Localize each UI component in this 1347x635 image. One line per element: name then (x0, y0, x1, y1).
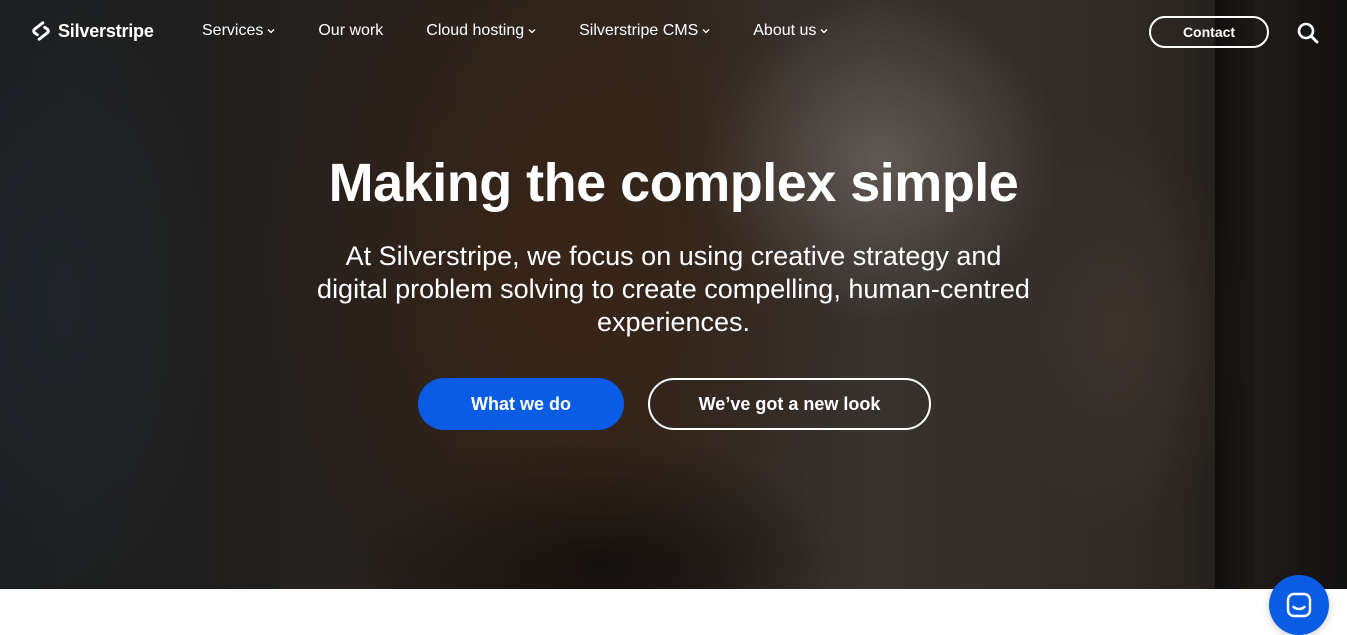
silverstripe-logo-icon (32, 21, 50, 41)
chat-icon (1286, 592, 1312, 618)
nav-item-cloud-hosting[interactable]: Cloud hosting (426, 22, 536, 40)
chevron-down-icon (267, 29, 275, 34)
main-menu: Services Our work Cloud hosting Silverst… (202, 22, 828, 40)
nav-item-label: Cloud hosting (426, 22, 525, 39)
nav-item-label: Silverstripe CMS (579, 22, 699, 39)
chevron-down-icon (820, 29, 828, 34)
site-logo[interactable]: Silverstripe (30, 20, 154, 42)
top-navigation: Silverstripe Services Our work Cloud hos… (0, 0, 1347, 64)
hero-section: Silverstripe Services Our work Cloud hos… (0, 0, 1347, 589)
nav-item-label: Our work (318, 22, 384, 39)
hero-text: Making the complex simple At Silverstrip… (0, 150, 1347, 339)
nav-item-silverstripe-cms[interactable]: Silverstripe CMS (579, 22, 710, 40)
chevron-down-icon (702, 29, 710, 34)
hero-subtitle: At Silverstripe, we focus on using creat… (317, 241, 1030, 337)
nav-item-label: Services (202, 22, 264, 39)
chevron-down-icon (528, 29, 536, 34)
what-we-do-button[interactable]: What we do (418, 378, 624, 430)
hero-title: Making the complex simple (328, 153, 1019, 213)
nav-item-about-us[interactable]: About us (753, 22, 828, 40)
nav-item-services[interactable]: Services (202, 22, 275, 40)
site-logo-text: Silverstripe (58, 20, 154, 41)
search-button[interactable] (1296, 21, 1320, 45)
chat-launcher-button[interactable] (1269, 575, 1329, 635)
nav-item-label: About us (753, 22, 817, 39)
nav-item-our-work[interactable]: Our work (318, 22, 383, 40)
search-icon (1297, 22, 1319, 44)
hero-actions: What we do We’ve got a new look (0, 378, 1347, 430)
new-look-button[interactable]: We’ve got a new look (648, 378, 931, 430)
contact-button[interactable]: Contact (1149, 16, 1269, 48)
